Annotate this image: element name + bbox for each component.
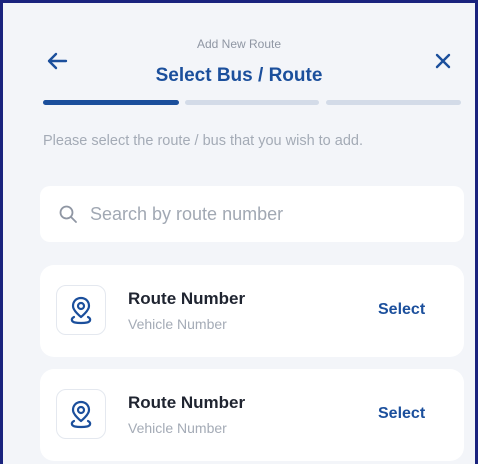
location-pin-icon — [70, 296, 92, 325]
header: Add New Route Select Bus / Route — [3, 3, 475, 103]
close-button[interactable] — [431, 49, 455, 73]
route-card[interactable]: Route Number Vehicle Number Select — [40, 369, 464, 461]
route-card[interactable]: Route Number Vehicle Number Select — [40, 265, 464, 357]
select-button[interactable]: Select — [378, 405, 425, 423]
search-input[interactable] — [88, 202, 452, 226]
progress-step-1 — [43, 100, 179, 105]
close-icon — [435, 53, 451, 69]
progress-step-3 — [326, 100, 461, 105]
vehicle-number: Vehicle Number — [128, 420, 227, 436]
route-icon-box — [56, 285, 106, 335]
route-number: Route Number — [128, 289, 246, 308]
route-icon-box — [56, 389, 106, 439]
search-icon — [59, 205, 77, 223]
instruction-text: Please select the route / bus that you w… — [43, 133, 363, 149]
search-bar[interactable] — [40, 186, 464, 242]
header-subtitle: Add New Route — [196, 37, 282, 51]
vehicle-number: Vehicle Number — [128, 316, 227, 332]
page-title: Select Bus / Route — [155, 65, 323, 86]
select-button[interactable]: Select — [378, 301, 425, 319]
location-pin-icon — [70, 400, 92, 429]
route-number: Route Number — [128, 393, 246, 412]
app-frame: Add New Route Select Bus / Route Please … — [0, 0, 478, 464]
step-progress — [43, 100, 461, 105]
progress-step-2 — [185, 100, 319, 105]
